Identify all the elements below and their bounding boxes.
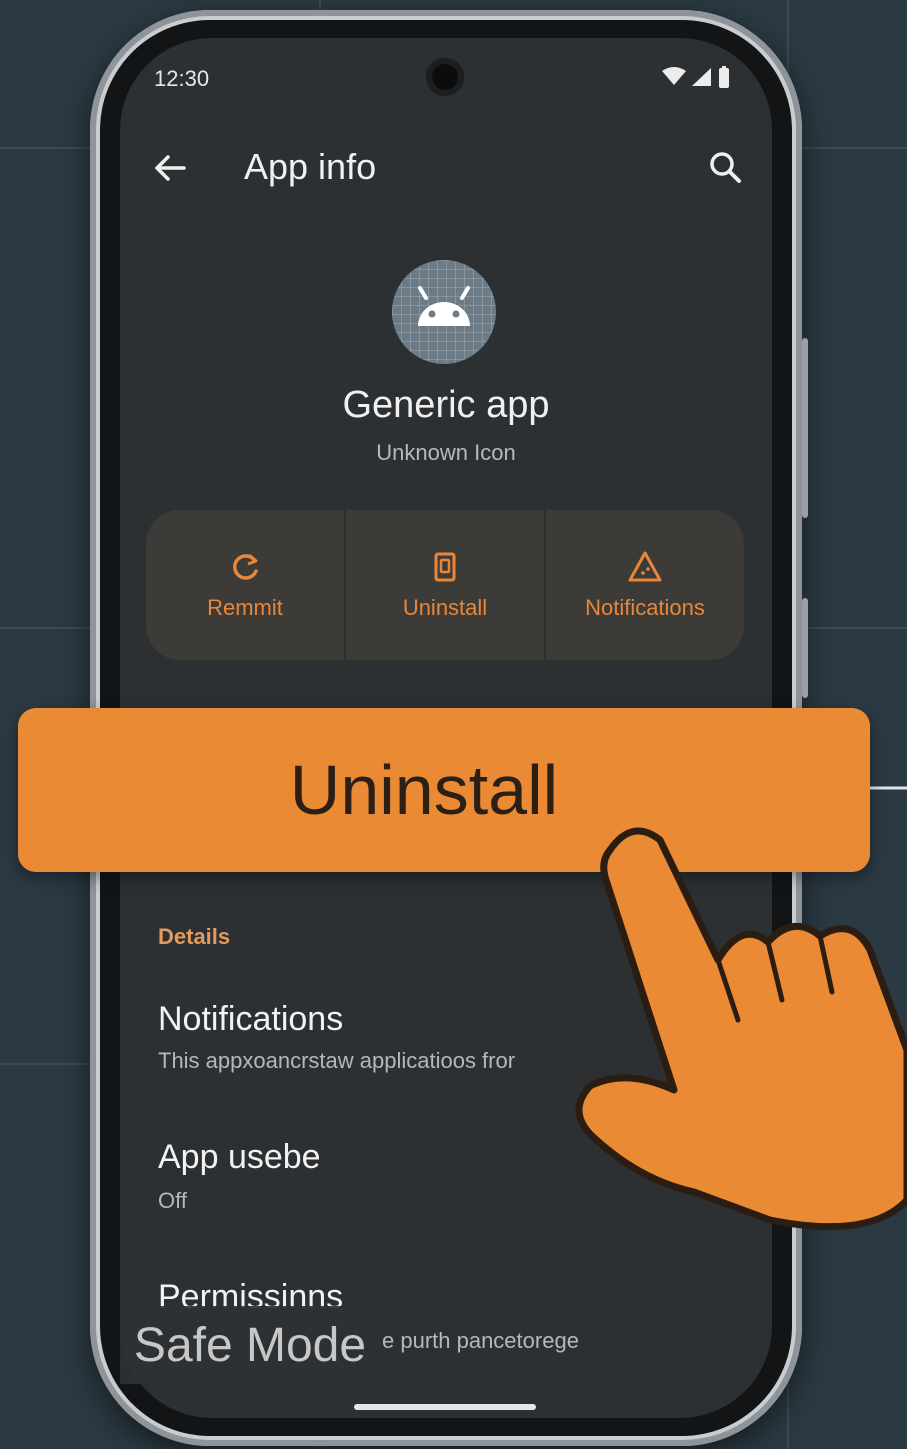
page-title: App info [244, 146, 377, 187]
wifi-icon [662, 67, 686, 85]
gesture-nav-handle[interactable] [354, 1404, 536, 1410]
status-icons [662, 66, 730, 88]
uninstall-button[interactable]: Uninstall [344, 510, 544, 660]
notifications-button[interactable]: Notifications [544, 510, 744, 660]
details-section-header: Details [158, 924, 231, 949]
power-button [802, 338, 808, 518]
app-subtitle: Unknown Icon [376, 440, 516, 465]
status-time: 12:30 [154, 66, 210, 91]
android-robot-icon [418, 286, 470, 326]
app-name: Generic app [342, 384, 550, 426]
pointing-hand-icon [575, 827, 907, 1231]
remmit-button[interactable]: Remmit [146, 510, 344, 660]
warning-icon [628, 551, 662, 582]
front-camera [426, 58, 464, 96]
refresh-icon [233, 553, 258, 580]
permissions-setting-subtitle: e purth pancetorege [382, 1328, 579, 1353]
trash-icon [434, 552, 456, 582]
app-actions: Remmit Uninstall Notifications [146, 510, 744, 660]
notifications-setting-title: Notifications [158, 1000, 344, 1038]
search-icon[interactable] [704, 146, 748, 190]
signal-icon [692, 68, 711, 86]
battery-icon [719, 66, 729, 88]
volume-button [802, 598, 808, 698]
safe-mode-watermark: Safe Mode [120, 1306, 380, 1384]
back-arrow-icon[interactable] [148, 146, 192, 190]
uninstall-label: Uninstall [402, 595, 488, 620]
app-usage-setting-title: App usebe [158, 1138, 321, 1176]
app-icon [392, 260, 496, 364]
remmit-label: Remmit [207, 595, 283, 620]
notifications-label: Notifications [585, 595, 705, 620]
uninstall-banner-label: Uninstall [289, 751, 559, 829]
notifications-setting-subtitle: This appxoancrstaw applicatioos fror [158, 1048, 516, 1073]
app-usage-setting-subtitle: Off [158, 1188, 187, 1213]
